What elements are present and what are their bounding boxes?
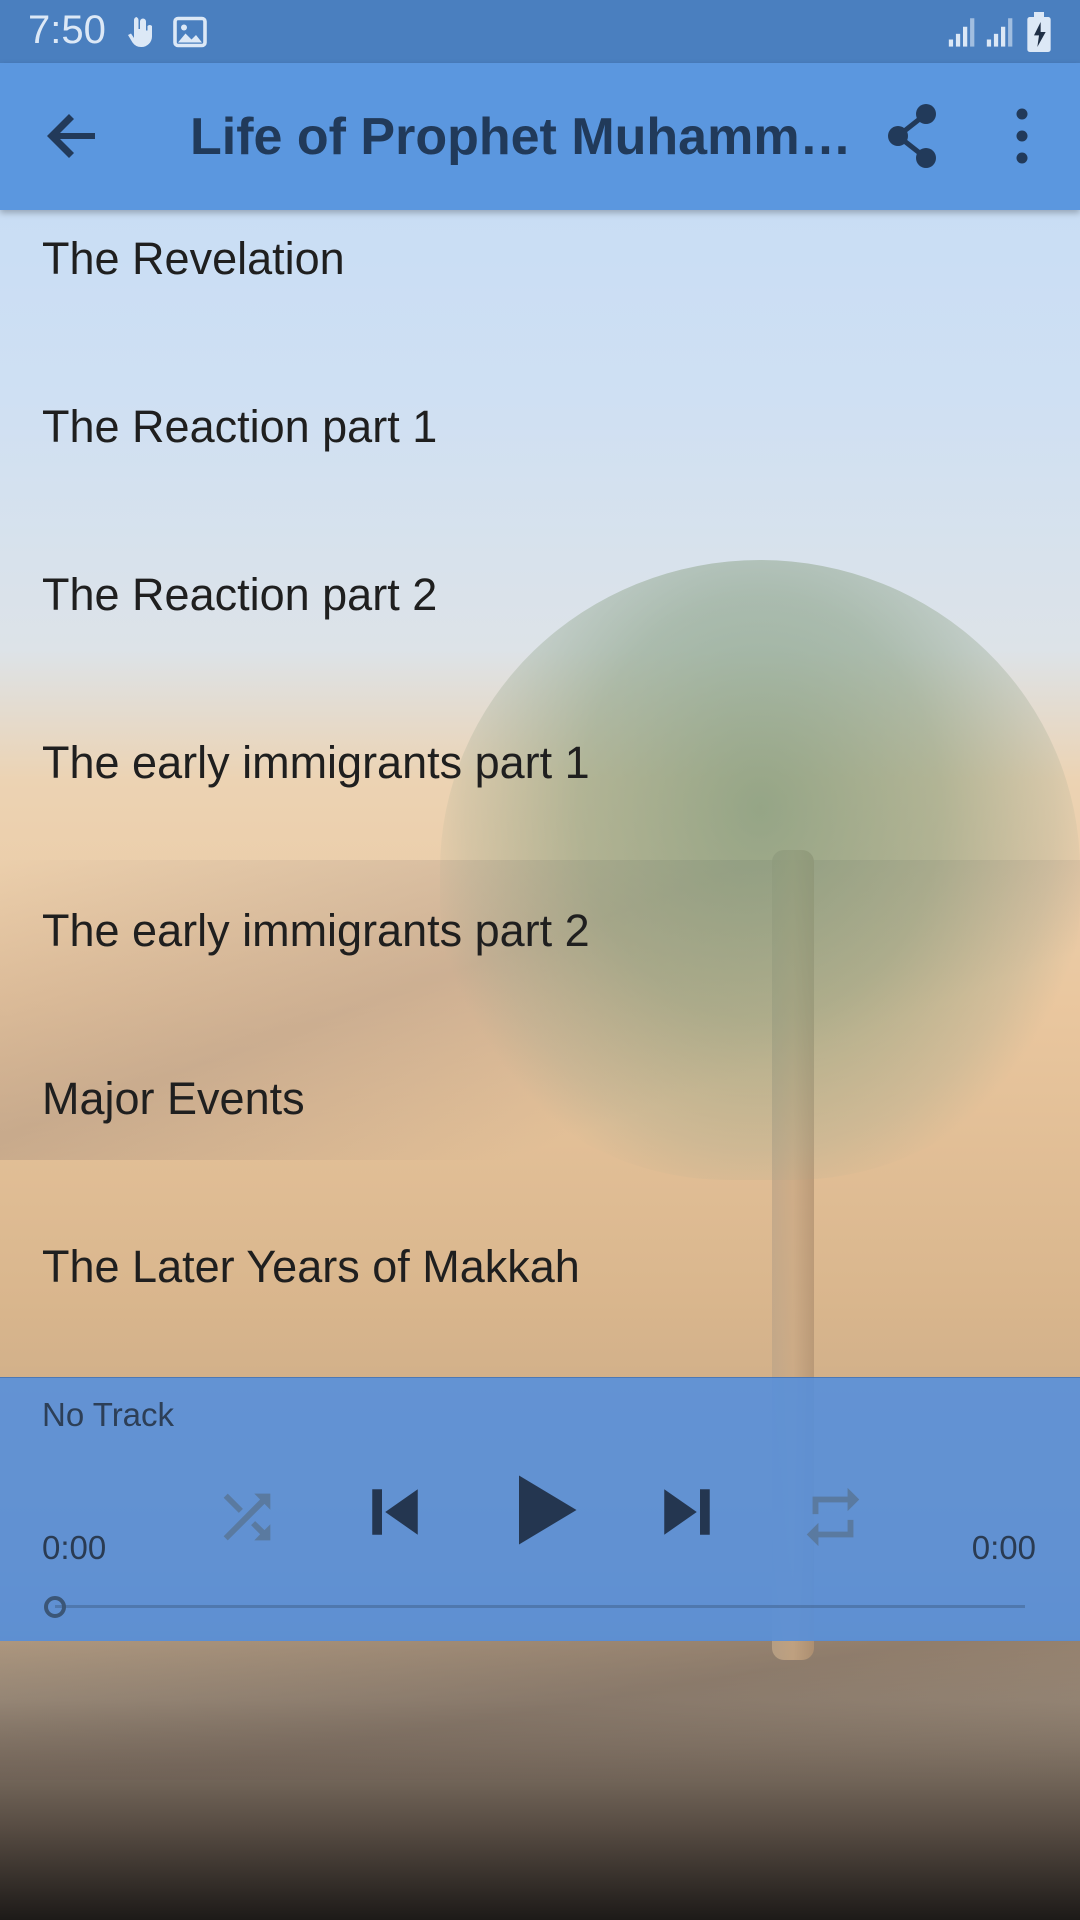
seek-thumb[interactable] [44,1596,66,1618]
track-label: Major Events [42,1073,305,1124]
background-shadow [0,1640,1080,1780]
track-label: The Revelation [42,233,345,284]
seek-bar[interactable] [55,1605,1025,1608]
track-item[interactable]: The Revelation [0,210,1080,378]
track-list: The Revelation The Reaction part 1 The R… [0,210,1080,1386]
app-screen: 7:50 Life of Prophet Muhamm… The Revelat… [0,0,1080,1920]
track-item[interactable]: The Reaction part 1 [0,378,1080,546]
skip-previous-icon [372,1489,418,1535]
media-player: No Track 0:00 0:00 [0,1377,1080,1641]
track-item[interactable]: Major Events [0,1050,1080,1218]
now-playing-title: No Track [42,1396,175,1433]
shuffle-icon [223,1493,271,1541]
more-vert-icon [1016,108,1028,164]
signal-icon [948,18,975,47]
status-time: 7:50 [28,8,106,52]
track-label: The early immigrants part 1 [42,737,590,788]
more-options-button[interactable] [972,86,1072,186]
total-time: 0:00 [971,1529,1036,1566]
shuffle-button[interactable] [212,1482,282,1552]
play-icon [519,1475,577,1545]
repeat-button[interactable] [798,1482,868,1552]
share-icon [888,104,936,168]
battery-charging-icon [1027,12,1051,52]
hand-icon [128,17,152,48]
track-item[interactable]: The Reaction part 2 [0,546,1080,714]
track-item[interactable]: The Later Years of Makkah [0,1218,1080,1386]
track-item[interactable]: The early immigrants part 2 [0,882,1080,1050]
image-icon [173,16,207,48]
repeat-icon [806,1487,860,1547]
previous-button[interactable] [356,1473,434,1551]
track-item[interactable]: The early immigrants part 1 [0,714,1080,882]
track-label: The Reaction part 1 [42,401,438,452]
arrow-back-icon [47,114,95,158]
track-label: The Reaction part 2 [42,569,438,620]
share-button[interactable] [862,86,962,186]
page-title: Life of Prophet Muhamm… [190,108,852,166]
signal-icon [986,18,1013,47]
track-label: The early immigrants part 2 [42,905,590,956]
app-bar: Life of Prophet Muhamm… [0,63,1080,210]
status-bar: 7:50 [0,0,1080,63]
play-button[interactable] [496,1464,588,1556]
back-button[interactable] [23,86,123,186]
track-label: The Later Years of Makkah [42,1241,580,1292]
skip-next-icon [664,1489,710,1535]
next-button[interactable] [648,1473,726,1551]
elapsed-time: 0:00 [42,1529,107,1566]
